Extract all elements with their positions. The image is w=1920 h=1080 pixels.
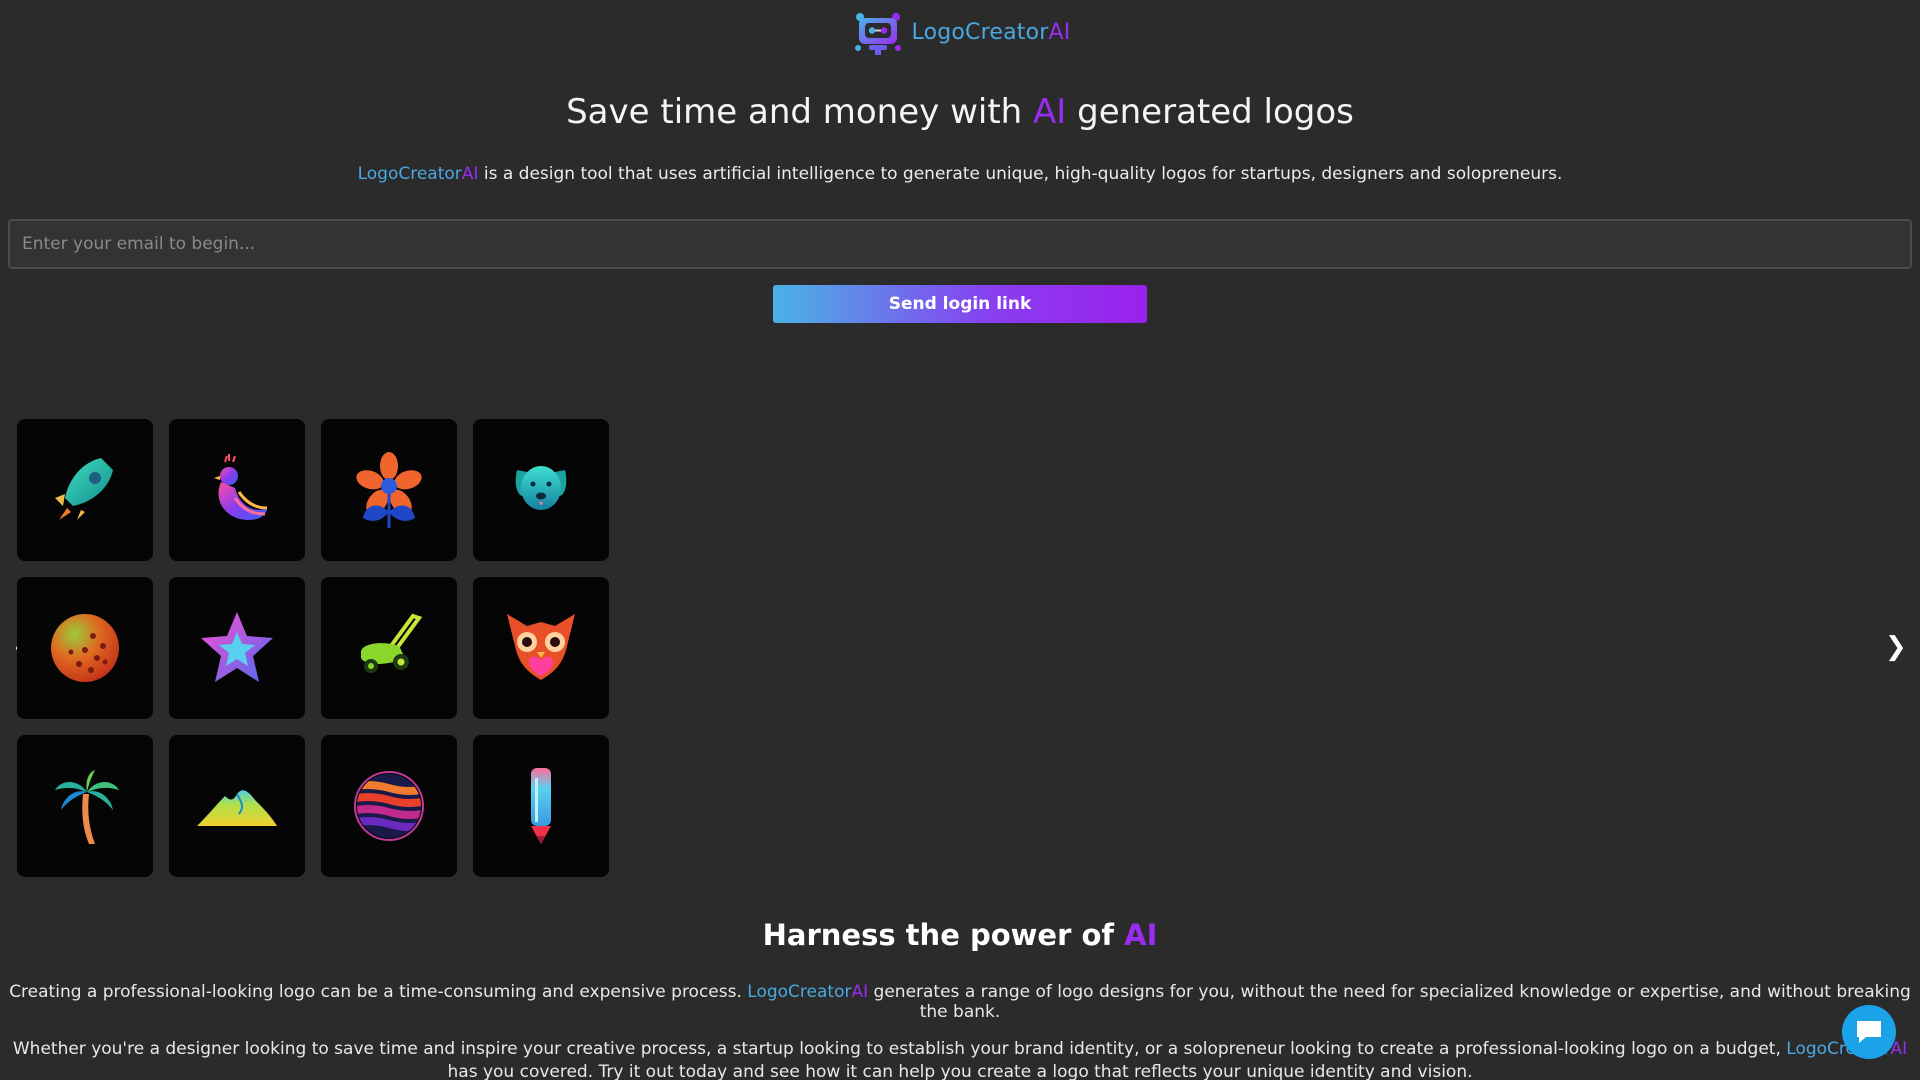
hero-title: Save time and money with AI generated lo… [0, 92, 1920, 132]
logo-tile[interactable] [17, 419, 153, 561]
section-paragraph-1: Creating a professional-looking logo can… [0, 982, 1920, 1022]
section-title-highlight: AI [1124, 918, 1158, 952]
peacock-icon [214, 454, 268, 520]
hero-subtitle: LogoCreatorAI is a design tool that uses… [0, 164, 1920, 184]
email-input[interactable] [8, 219, 1912, 269]
p2-before: Whether you're a designer looking to sav… [12, 1039, 1787, 1059]
logo-tile[interactable] [169, 735, 305, 877]
dog-icon [515, 466, 567, 510]
logo-carousel-grid [17, 419, 609, 877]
brand-name[interactable]: LogoCreatorAI [912, 22, 1071, 44]
logo-tile[interactable] [473, 735, 609, 877]
chat-bubble-icon [1857, 1021, 1881, 1043]
logo-tile[interactable] [169, 419, 305, 561]
hero-title-before: Save time and money with [566, 92, 1034, 132]
subtitle-brand-part2: AI [461, 164, 479, 184]
site-header: LogoCreatorAI [0, 10, 1920, 56]
carousel-next-button[interactable]: ❯ [1885, 632, 1907, 662]
pencil-icon [531, 768, 551, 844]
ball-icon [51, 614, 119, 682]
section-title-before: Harness the power of [762, 918, 1125, 952]
p1-brand-part1: LogoCreator [747, 982, 852, 1002]
logo-tile[interactable] [473, 577, 609, 719]
subtitle-text: is a design tool that uses artificial in… [478, 164, 1563, 184]
chat-widget-button[interactable] [1842, 1005, 1896, 1059]
flower-icon [356, 452, 422, 528]
logo-tile[interactable] [473, 419, 609, 561]
brand-name-part1: LogoCreator [911, 20, 1049, 45]
rocket-icon [55, 458, 113, 520]
hero-title-highlight: AI [1033, 92, 1067, 132]
p1-before: Creating a professional-looking logo can… [9, 982, 748, 1002]
logo-tile[interactable] [321, 735, 457, 877]
lawnmower-icon [361, 613, 423, 673]
sunset-circle-icon [354, 771, 424, 841]
logo-tile[interactable] [321, 419, 457, 561]
p2-after: has you covered. Try it out today and se… [447, 1062, 1473, 1080]
logo-tile[interactable] [169, 577, 305, 719]
p1-after: generates a range of logo designs for yo… [868, 982, 1911, 1022]
logo-tile[interactable] [17, 735, 153, 877]
send-login-link-button[interactable]: Send login link [773, 285, 1147, 323]
hero-title-after: generated logos [1066, 92, 1354, 132]
section-paragraph-2: Whether you're a designer looking to sav… [10, 1038, 1910, 1080]
section-title: Harness the power of AI [0, 918, 1920, 952]
palm-tree-icon [55, 770, 119, 844]
logo-tile[interactable] [17, 577, 153, 719]
star-icon [201, 612, 273, 682]
logo-tile[interactable] [321, 577, 457, 719]
subtitle-brand-part1: LogoCreator [357, 164, 462, 184]
brand-name-part2: AI [1048, 20, 1071, 45]
mountain-icon [197, 790, 277, 826]
robot-logo-icon[interactable] [850, 10, 906, 56]
p1-brand-part2: AI [851, 982, 869, 1002]
owl-icon [507, 614, 575, 680]
